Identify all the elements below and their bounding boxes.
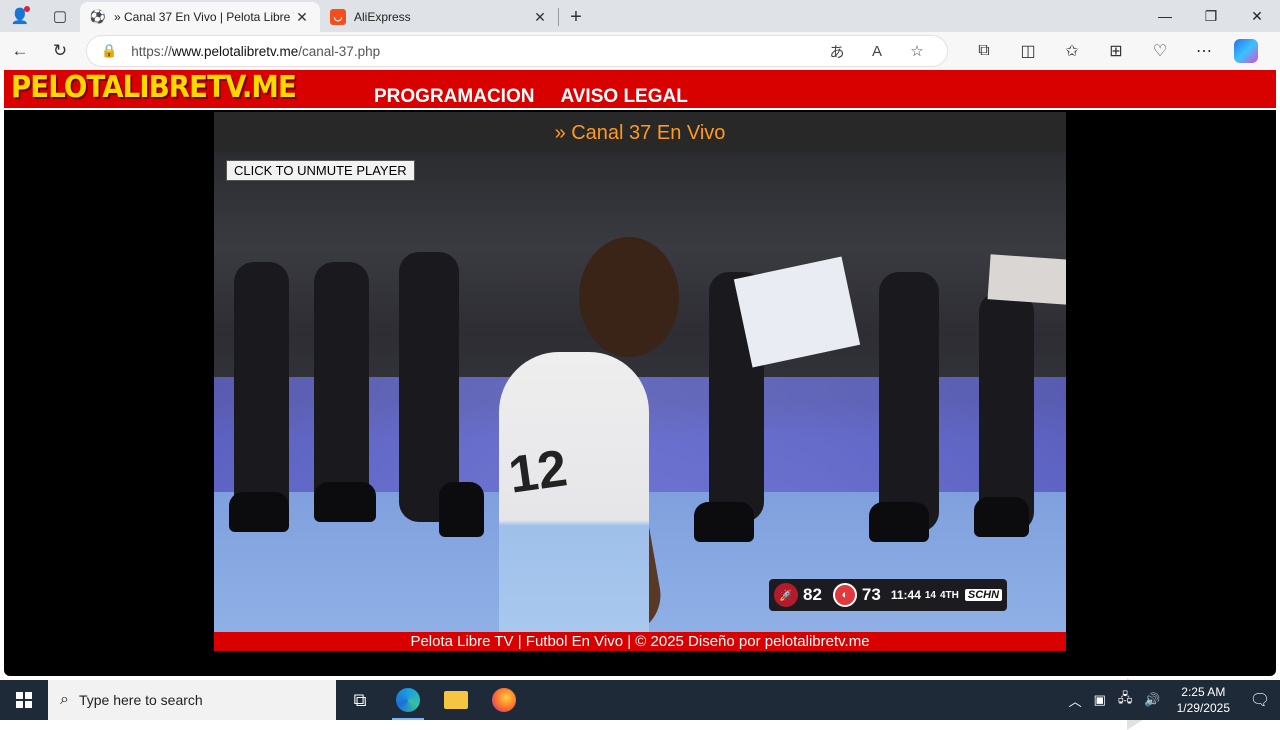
restore-icon[interactable]: ❐ [1188,0,1234,32]
split-screen-icon[interactable]: ◫ [1006,35,1050,67]
network-icon[interactable]: 🖧 [1118,689,1133,711]
new-tab-button[interactable]: + [559,2,593,32]
page-viewport: PELOTALIBRETV.ME PROGRAMACION AVISO LEGA… [0,70,1280,730]
bench-leg [879,272,939,532]
scorebug: 🚀 82 ◐ 73 11:44 14 4TH SCHN [769,579,1007,611]
minimize-icon[interactable]: — [1142,0,1188,32]
player-head [579,237,679,357]
collections-icon[interactable]: ⊞ [1094,35,1138,67]
taskbar: ⌕ Type here to search ⧉ ︿ ▣ 🖧 🔊 2:25 AM … [0,680,1280,720]
site-nav: PROGRAMACION AVISO LEGAL [374,86,688,108]
lock-icon[interactable]: 🔒 [101,43,117,59]
profile-badge [24,6,30,12]
firefox-icon [492,688,516,712]
address-bar[interactable]: 🔒 https://www.pelotalibretv.me/canal-37.… [86,35,948,67]
profile-icon[interactable]: 👤 [0,0,40,32]
shoe [229,492,289,532]
refresh-button[interactable]: ↻ [40,35,80,67]
tab-actions-icon[interactable]: ▢ [40,0,80,32]
close-window-icon[interactable]: ✕ [1234,0,1280,32]
shoe [869,502,929,542]
copilot-icon[interactable] [1234,39,1258,63]
site-header: PELOTALIBRETV.ME PROGRAMACION AVISO LEGA… [4,70,1276,110]
close-tab-icon[interactable]: ✕ [294,9,310,26]
tab-strip: 👤 ▢ ⚽ » Canal 37 En Vivo | Pelota Libre … [0,0,1280,32]
edge-taskbar-button[interactable] [384,680,432,720]
system-tray: ︿ ▣ 🖧 🔊 2:25 AM 1/29/2025 🗨 [1063,684,1280,716]
more-menu-icon[interactable]: ⋯ [1182,35,1226,67]
window-controls: — ❐ ✕ [1142,0,1280,32]
url-text[interactable]: https://www.pelotalibretv.me/canal-37.ph… [131,44,817,59]
tab-title: AliExpress [354,10,411,24]
hawks-logo-icon: ◐ [832,583,857,607]
search-placeholder: Type here to search [78,692,203,708]
away-score: 73 [861,585,881,604]
shoe [694,502,754,542]
read-aloud-icon[interactable]: A [857,43,897,60]
clipboard [987,254,1066,305]
taskbar-search[interactable]: ⌕ Type here to search [48,680,336,720]
favorites-icon[interactable]: ✩ [1050,35,1094,67]
shoe [974,497,1029,537]
browser-essentials-icon[interactable]: ♡ [1138,35,1182,67]
windows-logo-icon [16,692,32,708]
nav-programacion[interactable]: PROGRAMACION [374,86,534,108]
tab-title: » Canal 37 En Vivo | Pelota Libre TV [114,10,294,24]
back-button[interactable]: ← [0,35,40,67]
favorite-star-icon[interactable]: ☆ [897,42,937,60]
firefox-button[interactable] [480,680,528,720]
unmute-button[interactable]: CLICK TO UNMUTE PLAYER [226,160,415,181]
bench-leg [979,292,1034,532]
player-container: » Canal 37 En Vivo 12 CLICK TO UNMUTE PL… [214,112,1066,651]
shoe [314,482,376,522]
nav-aviso-legal[interactable]: AVISO LEGAL [560,86,687,108]
shot-clock: 14 [924,589,936,601]
game-clock: 11:44 [890,588,921,602]
tab-aliexpress[interactable]: ◡ AliExpress ✕ [320,2,558,32]
translate-icon[interactable]: あ [817,41,857,62]
system-clock[interactable]: 2:25 AM 1/29/2025 [1177,684,1230,716]
shoe [439,482,484,537]
site-logo[interactable]: PELOTALIBRETV.ME [11,70,297,106]
file-explorer-button[interactable] [432,680,480,720]
clock-time: 2:25 AM [1181,685,1226,699]
browser-toolbar: ← ↻ 🔒 https://www.pelotalibretv.me/canal… [0,32,1280,70]
rockets-logo-icon: 🚀 [774,583,798,607]
network-logo: SCHN [964,589,1003,601]
period: 4TH [940,589,959,601]
site-body: PELOTALIBRETV.ME PROGRAMACION AVISO LEGA… [4,70,1276,676]
notification-icon[interactable]: 🗨 [1240,690,1280,710]
task-view-icon[interactable]: ⧉ [336,680,384,720]
video-player[interactable]: 12 CLICK TO UNMUTE PLAYER 🚀 82 ◐ 73 11:4… [214,152,1066,632]
bench-leg [234,262,289,522]
channel-title: » Canal 37 En Vivo [214,112,1066,152]
tab-pelota[interactable]: ⚽ » Canal 37 En Vivo | Pelota Libre TV ✕ [80,2,320,32]
soccer-ball-icon: ⚽ [89,9,107,24]
search-icon: ⌕ [60,691,69,708]
jersey-number: 12 [505,439,571,505]
site-footer: Pelota Libre TV | Futbol En Vivo | © 202… [214,632,1066,651]
meet-now-icon[interactable]: ▣ [1094,692,1106,708]
close-tab-icon[interactable]: ✕ [532,9,548,26]
folder-icon [444,691,468,709]
edge-icon [396,688,420,712]
toolbar-right: ⧉ ◫ ✩ ⊞ ♡ ⋯ [962,35,1226,67]
volume-icon[interactable]: 🔊 [1144,692,1160,708]
chevron-up-icon[interactable]: ︿ [1069,691,1082,710]
extensions-icon[interactable]: ⧉ [962,35,1006,67]
home-score: 82 [803,585,822,604]
clock-date: 1/29/2025 [1176,701,1230,715]
aliexpress-icon: ◡ [330,9,346,25]
start-button[interactable] [0,680,48,720]
